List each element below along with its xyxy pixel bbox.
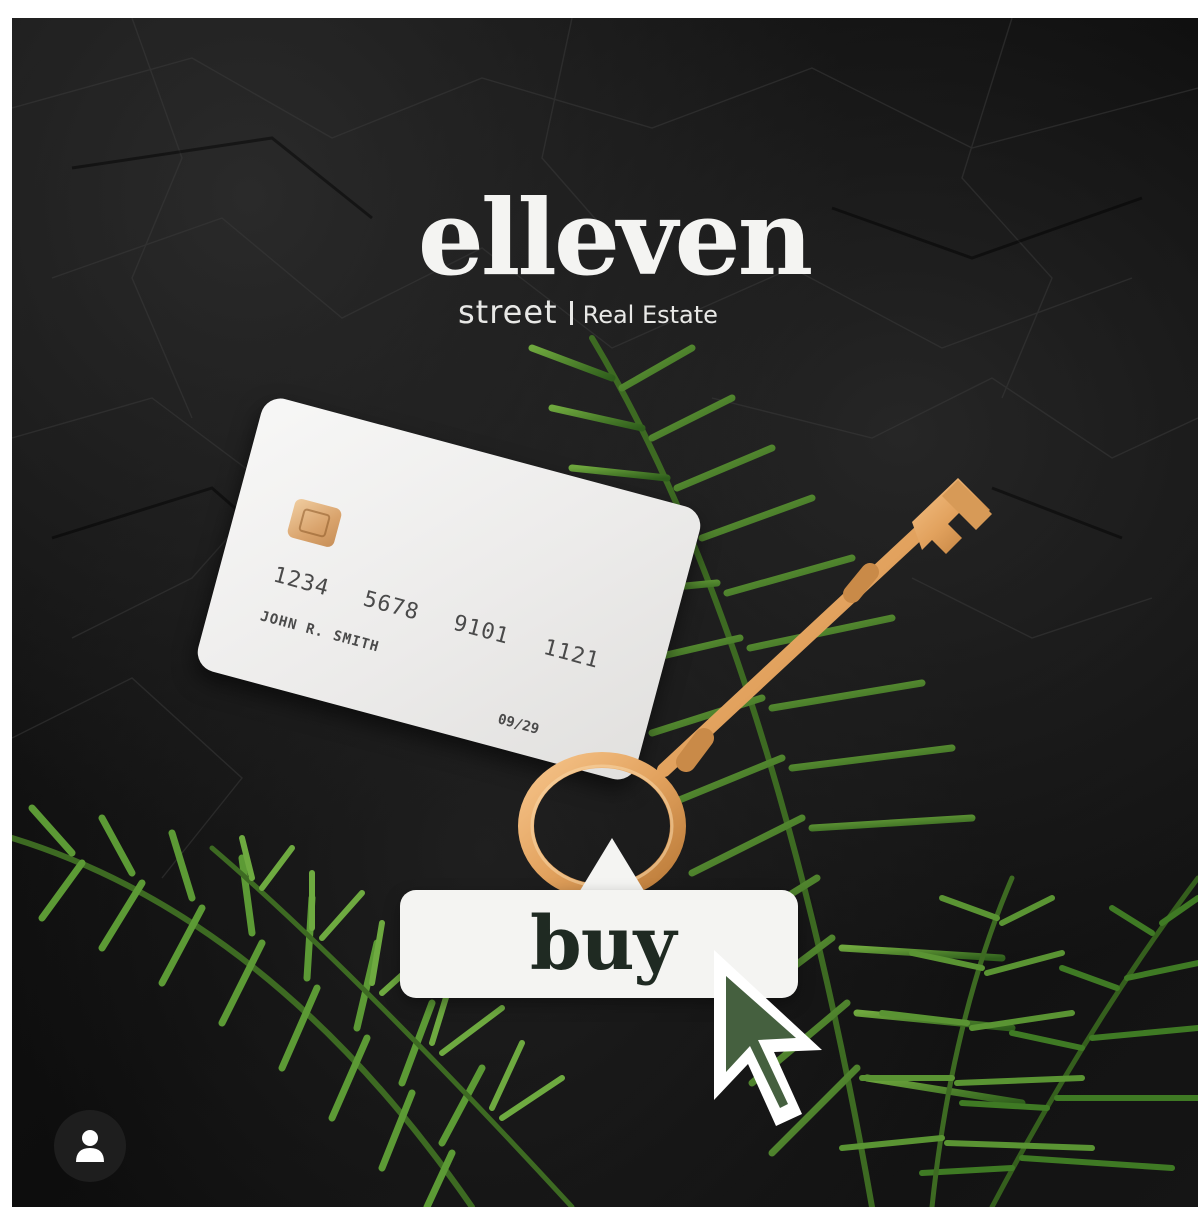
hero-image: elleven street Real Estate 1234 5678 9101… [12, 18, 1198, 1207]
buy-button-pointer [578, 838, 646, 894]
user-icon [76, 1130, 104, 1162]
cursor-arrow-icon [714, 950, 822, 1126]
profile-button[interactable] [54, 1110, 126, 1182]
key-icon [518, 478, 992, 900]
